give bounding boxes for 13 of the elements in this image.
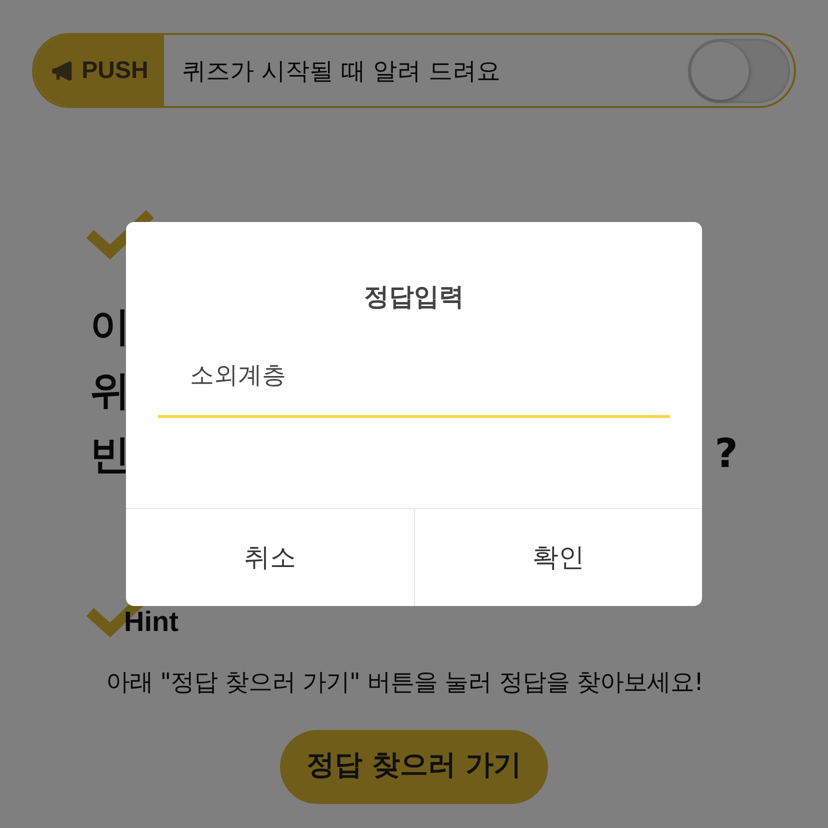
toggle-switch[interactable] bbox=[688, 38, 790, 102]
hint-title: Hint bbox=[124, 606, 178, 638]
answer-field[interactable]: 소외계층 bbox=[158, 351, 670, 418]
question-text: ? bbox=[714, 431, 738, 477]
hint-text: 아래 "정답 찾으러 가기" 버튼을 눌러 정답을 찾아보세요! bbox=[106, 667, 704, 698]
confirm-button[interactable]: 확인 bbox=[414, 509, 702, 606]
question-text: 위 bbox=[90, 366, 130, 416]
dialog-title: 정답입력 bbox=[363, 281, 465, 313]
question-text: 빈 bbox=[90, 430, 130, 480]
push-text: 퀴즈가 시작될 때 알려 드려요 bbox=[182, 56, 502, 86]
push-label: PUSH bbox=[82, 56, 148, 84]
question-text: 이 bbox=[90, 302, 130, 352]
cancel-button[interactable]: 취소 bbox=[126, 509, 414, 606]
